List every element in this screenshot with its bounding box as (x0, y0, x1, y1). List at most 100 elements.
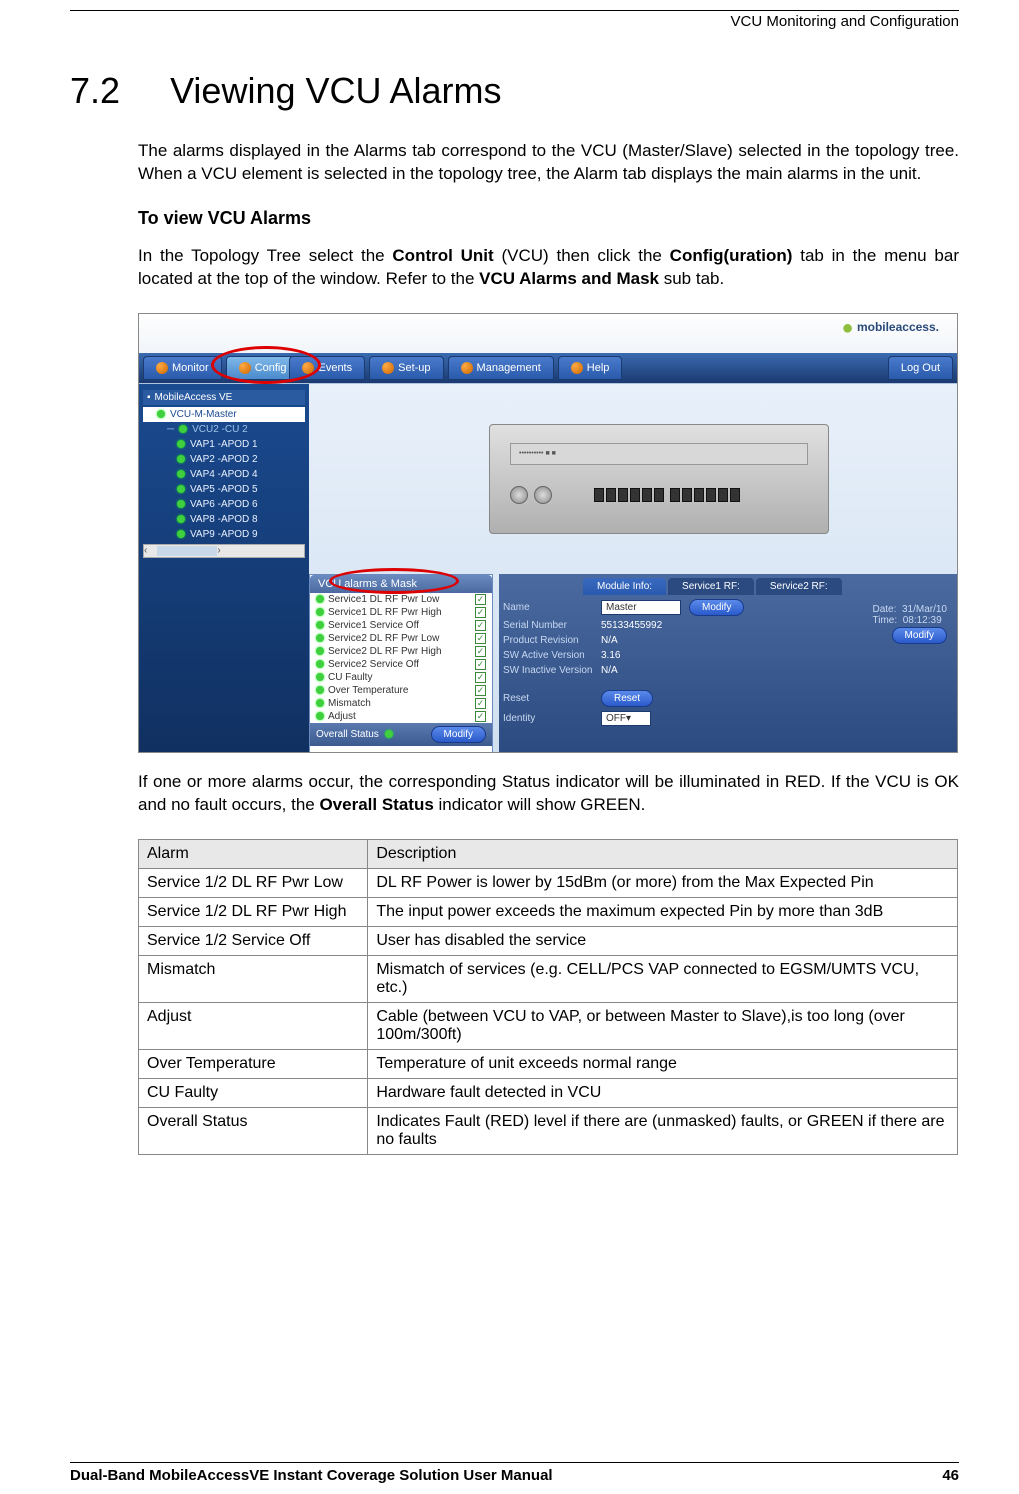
app-header: ● mobileaccess. Monitor Config Events Se… (139, 314, 957, 384)
alarm-checkbox[interactable]: ✓ (475, 698, 486, 709)
footer-rule (70, 1462, 959, 1463)
tree-leaf[interactable]: VAP9 -APOD 9 (143, 527, 305, 542)
management-icon (461, 362, 473, 374)
tree-scrollbar[interactable]: ‹ › (143, 544, 305, 558)
alarm-item: Service2 DL RF Pwr Low✓ (310, 632, 492, 645)
table-header-description: Description (368, 839, 958, 868)
tab-service2-rf[interactable]: Service2 RF: (756, 578, 842, 595)
identity-select[interactable]: OFF ▾ (601, 711, 651, 726)
tree-leaf[interactable]: VAP6 -APOD 6 (143, 497, 305, 512)
alarm-checkbox[interactable]: ✓ (475, 594, 486, 605)
alarm-checkbox[interactable]: ✓ (475, 646, 486, 657)
section-number: 7.2 (70, 70, 120, 112)
header-right-title: VCU Monitoring and Configuration (70, 13, 959, 30)
alarm-item: Service1 DL RF Pwr Low✓ (310, 593, 492, 606)
app-body: ▪ MobileAccess VE VCU-M-Master ─ VCU2 -C… (139, 384, 957, 753)
setup-icon (382, 362, 394, 374)
tree-child[interactable]: ─ VCU2 -CU 2 (143, 422, 305, 437)
page-number: 46 (942, 1467, 959, 1484)
alarm-checkbox[interactable]: ✓ (475, 620, 486, 631)
tree-leaf[interactable]: VAP5 -APOD 5 (143, 482, 305, 497)
config-icon (239, 362, 251, 374)
alarm-checkbox[interactable]: ✓ (475, 711, 486, 722)
nav-help[interactable]: Help (558, 356, 623, 380)
table-row: Service 1/2 Service OffUser has disabled… (139, 926, 958, 955)
nav-management[interactable]: Management (448, 356, 554, 380)
name-input[interactable]: Master (601, 600, 681, 615)
alarm-checkbox[interactable]: ✓ (475, 659, 486, 670)
table-row: CU FaultyHardware fault detected in VCU (139, 1078, 958, 1107)
header-rule (70, 10, 959, 11)
main-area: •••••••••• ■ ■ VCU alarms & Mask Service… (309, 384, 957, 753)
tree-leaf[interactable]: VAP4 -APOD 4 (143, 467, 305, 482)
alarm-item: CU Faulty✓ (310, 671, 492, 684)
modify-button[interactable]: Modify (892, 627, 947, 644)
status-led-icon (177, 515, 185, 523)
overall-status-led (385, 730, 393, 738)
alarm-item: Adjust✓ (310, 710, 492, 723)
device-knob-icon (510, 486, 528, 504)
logo: ● mobileaccess. (842, 320, 940, 334)
tree-leaf[interactable]: VAP1 -APOD 1 (143, 437, 305, 452)
alarm-description-table: AlarmDescription Service 1/2 DL RF Pwr L… (138, 839, 958, 1155)
status-led-icon (179, 425, 187, 433)
tree-root[interactable]: ▪ MobileAccess VE (143, 390, 305, 405)
alarm-item: Service1 DL RF Pwr High✓ (310, 606, 492, 619)
table-header-alarm: Alarm (139, 839, 368, 868)
intro-paragraph: The alarms displayed in the Alarms tab c… (138, 140, 959, 186)
alarms-panel: VCU alarms & Mask Service1 DL RF Pwr Low… (309, 574, 493, 753)
bottom-panels: VCU alarms & Mask Service1 DL RF Pwr Low… (309, 574, 957, 753)
topology-tree: ▪ MobileAccess VE VCU-M-Master ─ VCU2 -C… (139, 384, 309, 753)
tree-leaf[interactable]: VAP2 -APOD 2 (143, 452, 305, 467)
device-image: •••••••••• ■ ■ (489, 424, 829, 534)
datetime-block: Date: 31/Mar/10 Time: 08:12:39 Modify (873, 604, 948, 641)
tree-master[interactable]: VCU-M-Master (143, 407, 305, 422)
table-row: Overall StatusIndicates Fault (RED) leve… (139, 1107, 958, 1154)
tab-service1-rf[interactable]: Service1 RF: (668, 578, 754, 595)
alarm-item: Service1 Service Off✓ (310, 619, 492, 632)
nav-monitor[interactable]: Monitor (143, 356, 222, 380)
table-row: Service 1/2 DL RF Pwr HighThe input powe… (139, 897, 958, 926)
nav-logout[interactable]: Log Out (888, 356, 953, 380)
nav-config[interactable]: Config (226, 356, 300, 380)
status-led-icon (177, 470, 185, 478)
table-row: Service 1/2 DL RF Pwr LowDL RF Power is … (139, 868, 958, 897)
status-led-icon (177, 485, 185, 493)
info-panel: Module Info: Service1 RF: Service2 RF: N… (499, 574, 957, 753)
status-led-icon (177, 440, 185, 448)
help-icon (571, 362, 583, 374)
section-name: Viewing VCU Alarms (170, 70, 501, 111)
alarms-panel-header: VCU alarms & Mask (310, 575, 492, 593)
table-row: AdjustCable (between VCU to VAP, or betw… (139, 1002, 958, 1049)
page-footer: Dual-Band MobileAccessVE Instant Coverag… (70, 1462, 959, 1484)
table-row: MismatchMismatch of services (e.g. CELL/… (139, 955, 958, 1002)
monitor-icon (156, 362, 168, 374)
alarm-checkbox[interactable]: ✓ (475, 633, 486, 644)
post-screenshot-paragraph: If one or more alarms occur, the corresp… (138, 771, 959, 817)
instruction-paragraph: In the Topology Tree select the Control … (138, 245, 959, 291)
alarm-item: Mismatch✓ (310, 697, 492, 710)
alarm-item: Service2 DL RF Pwr High✓ (310, 645, 492, 658)
footer-title: Dual-Band MobileAccessVE Instant Coverag… (70, 1467, 553, 1484)
modify-button[interactable]: Modify (689, 599, 744, 616)
status-led-icon (177, 530, 185, 538)
alarm-item: Over Temperature✓ (310, 684, 492, 697)
alarm-checkbox[interactable]: ✓ (475, 685, 486, 696)
reset-button[interactable]: Reset (601, 690, 653, 707)
device-knob-icon (534, 486, 552, 504)
alarm-checkbox[interactable]: ✓ (475, 672, 486, 683)
nav-events[interactable]: Events (289, 356, 365, 380)
overall-status-row: Overall Status Modify (310, 723, 492, 746)
alarm-item: Service2 Service Off✓ (310, 658, 492, 671)
nav-setup[interactable]: Set-up (369, 356, 443, 380)
status-led-icon (157, 410, 165, 418)
alarm-checkbox[interactable]: ✓ (475, 607, 486, 618)
modify-button[interactable]: Modify (431, 726, 486, 743)
tab-module-info[interactable]: Module Info: (583, 578, 666, 595)
status-led-icon (177, 500, 185, 508)
app-screenshot: ● mobileaccess. Monitor Config Events Se… (138, 313, 958, 753)
sub-heading: To view VCU Alarms (138, 208, 959, 229)
tree-leaf[interactable]: VAP8 -APOD 8 (143, 512, 305, 527)
table-row: Over TemperatureTemperature of unit exce… (139, 1049, 958, 1078)
nav-bar: Monitor Config Events Set-up Management … (139, 353, 957, 383)
